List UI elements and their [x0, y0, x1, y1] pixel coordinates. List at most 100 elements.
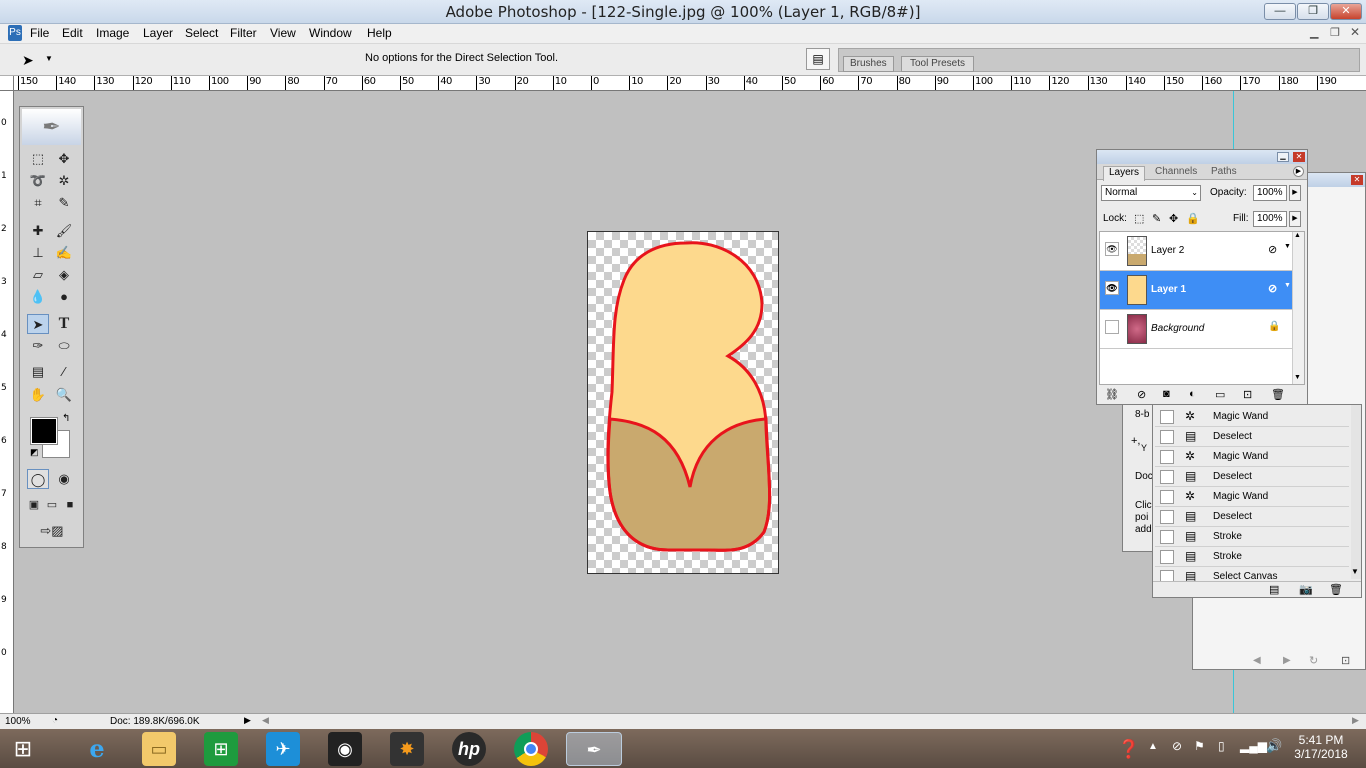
history-checkbox[interactable]: [1160, 430, 1174, 444]
layer-effects-icon[interactable]: ⊘: [1268, 282, 1277, 295]
chrome-icon[interactable]: [514, 732, 548, 766]
eye-icon[interactable]: 👁: [1105, 281, 1119, 295]
scroll-down-icon[interactable]: ▼: [1351, 567, 1359, 576]
tab-layers[interactable]: Layers: [1103, 166, 1146, 181]
trash-icon[interactable]: 🗑: [1329, 583, 1343, 596]
prev-icon[interactable]: ◀: [1253, 655, 1261, 666]
battery-icon[interactable]: ▯: [1218, 739, 1225, 753]
status-info-icon[interactable]: ◔: [52, 715, 58, 726]
history-item[interactable]: ▤ Deselect: [1155, 507, 1349, 527]
history-checkbox[interactable]: [1160, 410, 1174, 424]
jump-to-imageready-icon[interactable]: ⇨▨: [32, 521, 72, 541]
layer-style-icon[interactable]: ⊘: [1137, 388, 1146, 401]
store-icon[interactable]: ⊞: [204, 732, 238, 766]
delete-layer-icon[interactable]: 🗑: [1271, 388, 1285, 401]
history-item[interactable]: ▤ Stroke: [1155, 547, 1349, 567]
default-colors-icon[interactable]: ◩: [30, 447, 39, 458]
history-checkbox[interactable]: [1160, 490, 1174, 504]
tab-channels[interactable]: Channels: [1155, 166, 1197, 177]
close-button[interactable]: ✕: [1330, 3, 1362, 20]
paint-bucket-icon[interactable]: ◈: [53, 265, 75, 285]
swap-colors-icon[interactable]: ↰: [62, 413, 70, 424]
ellipse-tool-icon[interactable]: ⬭: [53, 336, 75, 356]
photoshop-taskbar-icon[interactable]: ✒: [566, 732, 622, 766]
document-canvas[interactable]: [587, 231, 779, 574]
menu-view[interactable]: View: [270, 26, 296, 40]
feather-logo-icon[interactable]: ✒: [22, 109, 81, 145]
history-checkbox[interactable]: [1160, 550, 1174, 564]
windows-start-icon[interactable]: ⊞: [6, 732, 40, 766]
adjustment-layer-icon[interactable]: ◐: [1189, 388, 1196, 400]
expand-arrow-icon[interactable]: ▼: [1284, 243, 1291, 250]
history-checkbox[interactable]: [1160, 470, 1174, 484]
palette-well-icon[interactable]: ▤: [806, 48, 830, 70]
hp-icon[interactable]: hp: [452, 732, 486, 766]
quick-mask-mode-icon[interactable]: ◉: [53, 469, 75, 489]
panel-minimize-icon[interactable]: ▁: [1277, 152, 1289, 162]
menu-help[interactable]: Help: [367, 26, 392, 40]
lock-transparency-icon[interactable]: ⬚: [1134, 212, 1144, 225]
opacity-input[interactable]: 100%: [1253, 185, 1287, 201]
fill-input[interactable]: 100%: [1253, 211, 1287, 227]
tray-expand-icon[interactable]: ▲: [1148, 741, 1158, 752]
menu-image[interactable]: Image: [96, 26, 129, 40]
eye-icon[interactable]: 👁: [1105, 242, 1119, 256]
link-layers-icon[interactable]: ⛓: [1105, 388, 1119, 401]
fill-slider-arrow-icon[interactable]: ▶: [1289, 211, 1301, 227]
scroll-left-icon[interactable]: ◀: [262, 715, 269, 726]
panel-menu-icon[interactable]: ▶: [1293, 166, 1304, 177]
history-checkbox[interactable]: [1160, 450, 1174, 464]
blend-mode-select[interactable]: Normal ⌄: [1101, 185, 1201, 201]
zoom-tool-icon[interactable]: 🔍: [53, 385, 75, 405]
history-scrollbar[interactable]: ▼: [1351, 405, 1361, 579]
history-checkbox[interactable]: [1160, 510, 1174, 524]
status-menu-arrow-icon[interactable]: ▶: [244, 715, 251, 726]
new-icon[interactable]: ⊡: [1341, 654, 1350, 667]
move-tool-icon[interactable]: ✥: [53, 149, 75, 169]
layer-row-layer-2[interactable]: 👁 Layer 2 ⊘ ▼: [1100, 232, 1292, 271]
expand-arrow-icon[interactable]: ▼: [1284, 282, 1291, 289]
menu-filter[interactable]: Filter: [230, 26, 257, 40]
lock-position-icon[interactable]: ✥: [1169, 212, 1178, 225]
layers-scrollbar[interactable]: ▲ ▼: [1292, 232, 1304, 384]
menu-window[interactable]: Window: [309, 26, 352, 40]
menu-layer[interactable]: Layer: [143, 26, 173, 40]
pen-tool-icon[interactable]: ✑: [27, 336, 49, 356]
network-icon[interactable]: ▂▄▆: [1240, 739, 1267, 753]
history-item[interactable]: ▤ Stroke: [1155, 527, 1349, 547]
layer-effects-icon[interactable]: ⊘: [1268, 243, 1277, 256]
volume-icon[interactable]: 🔊: [1266, 738, 1282, 754]
eraser-tool-icon[interactable]: ▱: [27, 265, 49, 285]
tab-paths[interactable]: Paths: [1211, 166, 1237, 177]
next-icon[interactable]: ▶: [1283, 655, 1291, 666]
close-icon[interactable]: ✕: [1351, 175, 1363, 185]
tab-tool-presets[interactable]: Tool Presets: [901, 56, 975, 72]
marquee-tool-icon[interactable]: ⬚: [27, 149, 49, 169]
history-item[interactable]: ▤ Deselect: [1155, 467, 1349, 487]
slice-tool-icon[interactable]: ✎: [53, 193, 75, 213]
doc-minimize-icon[interactable]: ▁: [1310, 26, 1318, 39]
brush-tool-icon[interactable]: 🖌: [53, 221, 75, 241]
flag-icon[interactable]: ⚑: [1194, 739, 1205, 753]
layer-row-background[interactable]: · Background 🔒: [1100, 310, 1292, 349]
full-screen-icon[interactable]: ■: [61, 495, 79, 515]
zoom-level[interactable]: 100%: [5, 716, 31, 727]
opacity-slider-arrow-icon[interactable]: ▶: [1289, 185, 1301, 201]
crop-tool-icon[interactable]: ⌗: [27, 193, 49, 213]
history-item[interactable]: ✲ Magic Wand: [1155, 447, 1349, 467]
tool-preset-dropdown-icon[interactable]: ▼: [45, 54, 53, 63]
new-document-from-state-icon[interactable]: ▤: [1269, 583, 1279, 596]
layer-row-layer-1[interactable]: 👁 Layer 1 ⊘ ▼: [1100, 271, 1292, 310]
foreground-color-swatch[interactable]: [30, 417, 58, 445]
lasso-tool-icon[interactable]: ➰: [27, 171, 49, 191]
paint-app-icon[interactable]: ✸: [390, 732, 424, 766]
file-explorer-icon[interactable]: ▭: [142, 732, 176, 766]
direct-selection-tool-icon[interactable]: ➤: [22, 52, 34, 69]
history-item[interactable]: ▤ Deselect: [1155, 427, 1349, 447]
tab-brushes[interactable]: Brushes: [843, 56, 894, 72]
app-rocket-icon[interactable]: ✈: [266, 732, 300, 766]
healing-brush-icon[interactable]: ✚: [27, 221, 49, 241]
eyedropper-tool-icon[interactable]: ⁄: [53, 362, 75, 382]
dodge-tool-icon[interactable]: ●: [53, 287, 75, 307]
webcam-icon[interactable]: ◉: [328, 732, 362, 766]
